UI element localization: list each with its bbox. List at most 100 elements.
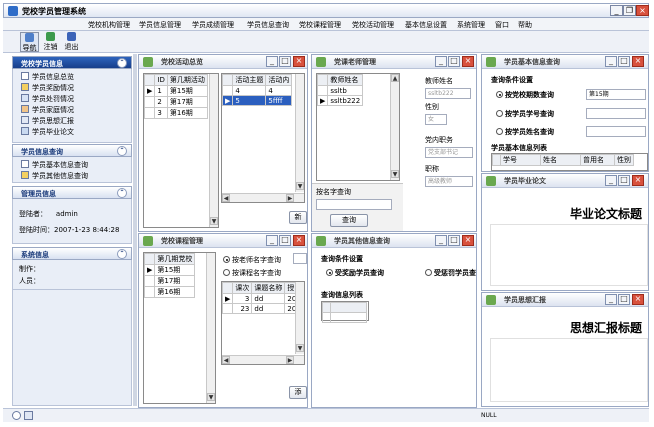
scroll-up-icon[interactable]: ▲	[391, 74, 399, 82]
radio-award-query[interactable]: 受奖励学员查询	[326, 268, 384, 278]
nav-student-penalty[interactable]: 学员处罚情况	[21, 94, 74, 104]
table-row[interactable]: 2 第17期	[143, 96, 208, 108]
other-info-grid[interactable]	[321, 301, 369, 323]
minimize-button[interactable]: _	[605, 56, 617, 67]
minimize-button[interactable]: _	[605, 294, 617, 305]
scroll-right-icon[interactable]: ▶	[286, 356, 294, 364]
paper-content-area[interactable]	[490, 224, 648, 286]
vertical-scrollbar[interactable]: ▲ ▼	[390, 74, 399, 180]
scroll-down-icon[interactable]: ▼	[207, 393, 215, 401]
nav-student-overview[interactable]: 学员信息总览	[21, 72, 74, 82]
minimize-button[interactable]: _	[266, 235, 278, 246]
window-list-icon[interactable]	[24, 411, 33, 420]
close-button[interactable]: ×	[462, 56, 474, 67]
section-student-info-header[interactable]: 党校学员信息 ⌃	[12, 56, 132, 69]
pane-splitter[interactable]	[133, 54, 137, 406]
minimize-button[interactable]: _	[435, 235, 447, 246]
activity-period-grid[interactable]: ID 第几期活动 ▶ 1 第15期 2 第17期 3 第16期 ▼	[143, 73, 219, 228]
basic-info-grid[interactable]: 学号 姓名 曾用名 性别	[491, 153, 648, 171]
menu-course[interactable]: 党校课程管理	[299, 20, 341, 30]
collapse-icon[interactable]: ⌃	[117, 249, 127, 259]
scroll-down-icon[interactable]: ▼	[210, 217, 218, 225]
table-row[interactable]: 第16期	[143, 286, 196, 298]
table-row[interactable]: 3 第16期	[143, 107, 208, 119]
teacher-title-field[interactable]: 高级教师	[425, 176, 473, 187]
radio-by-number[interactable]: 按学员学号查询	[496, 109, 554, 119]
table-row[interactable]: 第17期	[143, 275, 196, 287]
minimize-button[interactable]: _	[610, 5, 623, 16]
exit-button[interactable]: 退出	[62, 32, 81, 52]
course-lesson-grid[interactable]: 课次 课题名称授 ▶ 3 dd 20 23 dd 20 ▼ ◀ ▶	[221, 281, 305, 365]
scroll-down-icon[interactable]: ▼	[296, 344, 304, 352]
add-course-button[interactable]: 添	[289, 386, 307, 399]
student-name-input[interactable]	[586, 126, 646, 137]
scroll-right-icon[interactable]: ▶	[286, 194, 294, 202]
table-row[interactable]: ▶ 5 5ffff	[221, 95, 293, 106]
close-button[interactable]: ×	[632, 294, 644, 305]
menu-window[interactable]: 窗口	[495, 20, 509, 30]
scroll-left-icon[interactable]: ◀	[222, 356, 230, 364]
nav-student-family[interactable]: 学员家庭情况	[21, 105, 74, 115]
period-select[interactable]: 第15期	[586, 89, 646, 100]
minimize-button[interactable]: _	[605, 175, 617, 186]
vertical-scrollbar[interactable]: ▼	[295, 74, 304, 192]
close-button[interactable]: ×	[632, 56, 644, 67]
teacher-search-input[interactable]	[316, 199, 392, 210]
vertical-scrollbar[interactable]: ▼	[206, 253, 215, 403]
nav-other-query[interactable]: 学员其他信息查询	[21, 171, 88, 181]
minimize-button[interactable]: _	[435, 56, 447, 67]
minimize-button[interactable]: _	[266, 56, 278, 67]
maximize-button[interactable]: □	[618, 175, 630, 186]
scroll-down-icon[interactable]: ▼	[391, 170, 399, 178]
close-button[interactable]: ×	[632, 175, 644, 186]
table-row[interactable]: ▶ 第15期	[143, 264, 196, 276]
maximize-button[interactable]: □	[448, 235, 460, 246]
section-admin-header[interactable]: 管理员信息 ⌃	[12, 186, 132, 199]
teacher-name-field[interactable]: ssltb222	[425, 88, 471, 99]
table-row[interactable]: 44	[221, 85, 293, 96]
radio-by-teacher[interactable]: 按老师名字查询	[223, 255, 281, 265]
radio-by-name[interactable]: 按学员姓名查询	[496, 127, 554, 137]
menu-student-score[interactable]: 学员成绩管理	[192, 20, 234, 30]
nav-button[interactable]: 导航	[20, 32, 39, 52]
horizontal-scrollbar[interactable]: ◀ ▶	[222, 193, 304, 202]
table-row[interactable]: ssltb	[316, 85, 364, 96]
nav-student-report[interactable]: 学员思想汇报	[21, 116, 74, 126]
close-button[interactable]: ×	[636, 5, 649, 16]
restore-button[interactable]: ❐	[623, 5, 636, 16]
collapse-icon[interactable]: ⌃	[117, 146, 127, 156]
maximize-button[interactable]: □	[618, 294, 630, 305]
collapse-icon[interactable]: ⌃	[117, 58, 127, 68]
course-period-grid[interactable]: 第几期党校 ▶ 第15期 第17期 第16期 ▼	[143, 252, 216, 404]
nav-basic-query[interactable]: 学员基本信息查询	[21, 160, 88, 170]
activity-detail-grid[interactable]: 活动主题 活动内 44 ▶ 5 5ffff ▼ ◀ ▶	[221, 73, 305, 203]
vertical-scrollbar[interactable]: ▼	[295, 282, 304, 354]
teacher-sex-select[interactable]: 女	[425, 114, 447, 125]
logout-button[interactable]: 注销	[41, 32, 60, 52]
teacher-grid[interactable]: 教师姓名 ssltb ▶ ssltb222 ▲ ▼	[316, 73, 400, 181]
section-student-query-header[interactable]: 学员信息查询 ⌃	[12, 144, 132, 157]
horizontal-scrollbar[interactable]: ◀ ▶	[222, 355, 304, 364]
maximize-button[interactable]: □	[448, 56, 460, 67]
menu-org[interactable]: 党校机构管理	[88, 20, 130, 30]
teacher-search-button[interactable]: 查询	[330, 214, 368, 227]
course-search-input[interactable]	[293, 253, 307, 264]
maximize-button[interactable]: □	[279, 235, 291, 246]
menu-basic-settings[interactable]: 基本信息设置	[405, 20, 447, 30]
table-row[interactable]: ▶ 3 dd 20	[221, 293, 300, 304]
table-row[interactable]: 23 dd 20	[221, 303, 300, 314]
menu-activity[interactable]: 党校活动管理	[352, 20, 394, 30]
close-button[interactable]: ×	[462, 235, 474, 246]
nav-student-award[interactable]: 学员奖励情况	[21, 83, 74, 93]
menu-help[interactable]: 帮助	[518, 20, 532, 30]
close-button[interactable]: ×	[293, 235, 305, 246]
radio-by-course[interactable]: 按课程名字查询	[223, 268, 281, 278]
scroll-down-icon[interactable]: ▼	[296, 182, 304, 190]
report-content-area[interactable]	[490, 338, 648, 402]
radio-by-period[interactable]: 按党校期数查询	[496, 90, 554, 100]
radio-penalty-query[interactable]: 受惩罚学员查	[425, 268, 476, 278]
maximize-button[interactable]: □	[618, 56, 630, 67]
teacher-role-field[interactable]: 党支部书记	[425, 147, 473, 158]
table-row[interactable]: ▶ ssltb222	[316, 95, 364, 106]
table-row[interactable]: ▶ 1 第15期	[143, 85, 208, 97]
